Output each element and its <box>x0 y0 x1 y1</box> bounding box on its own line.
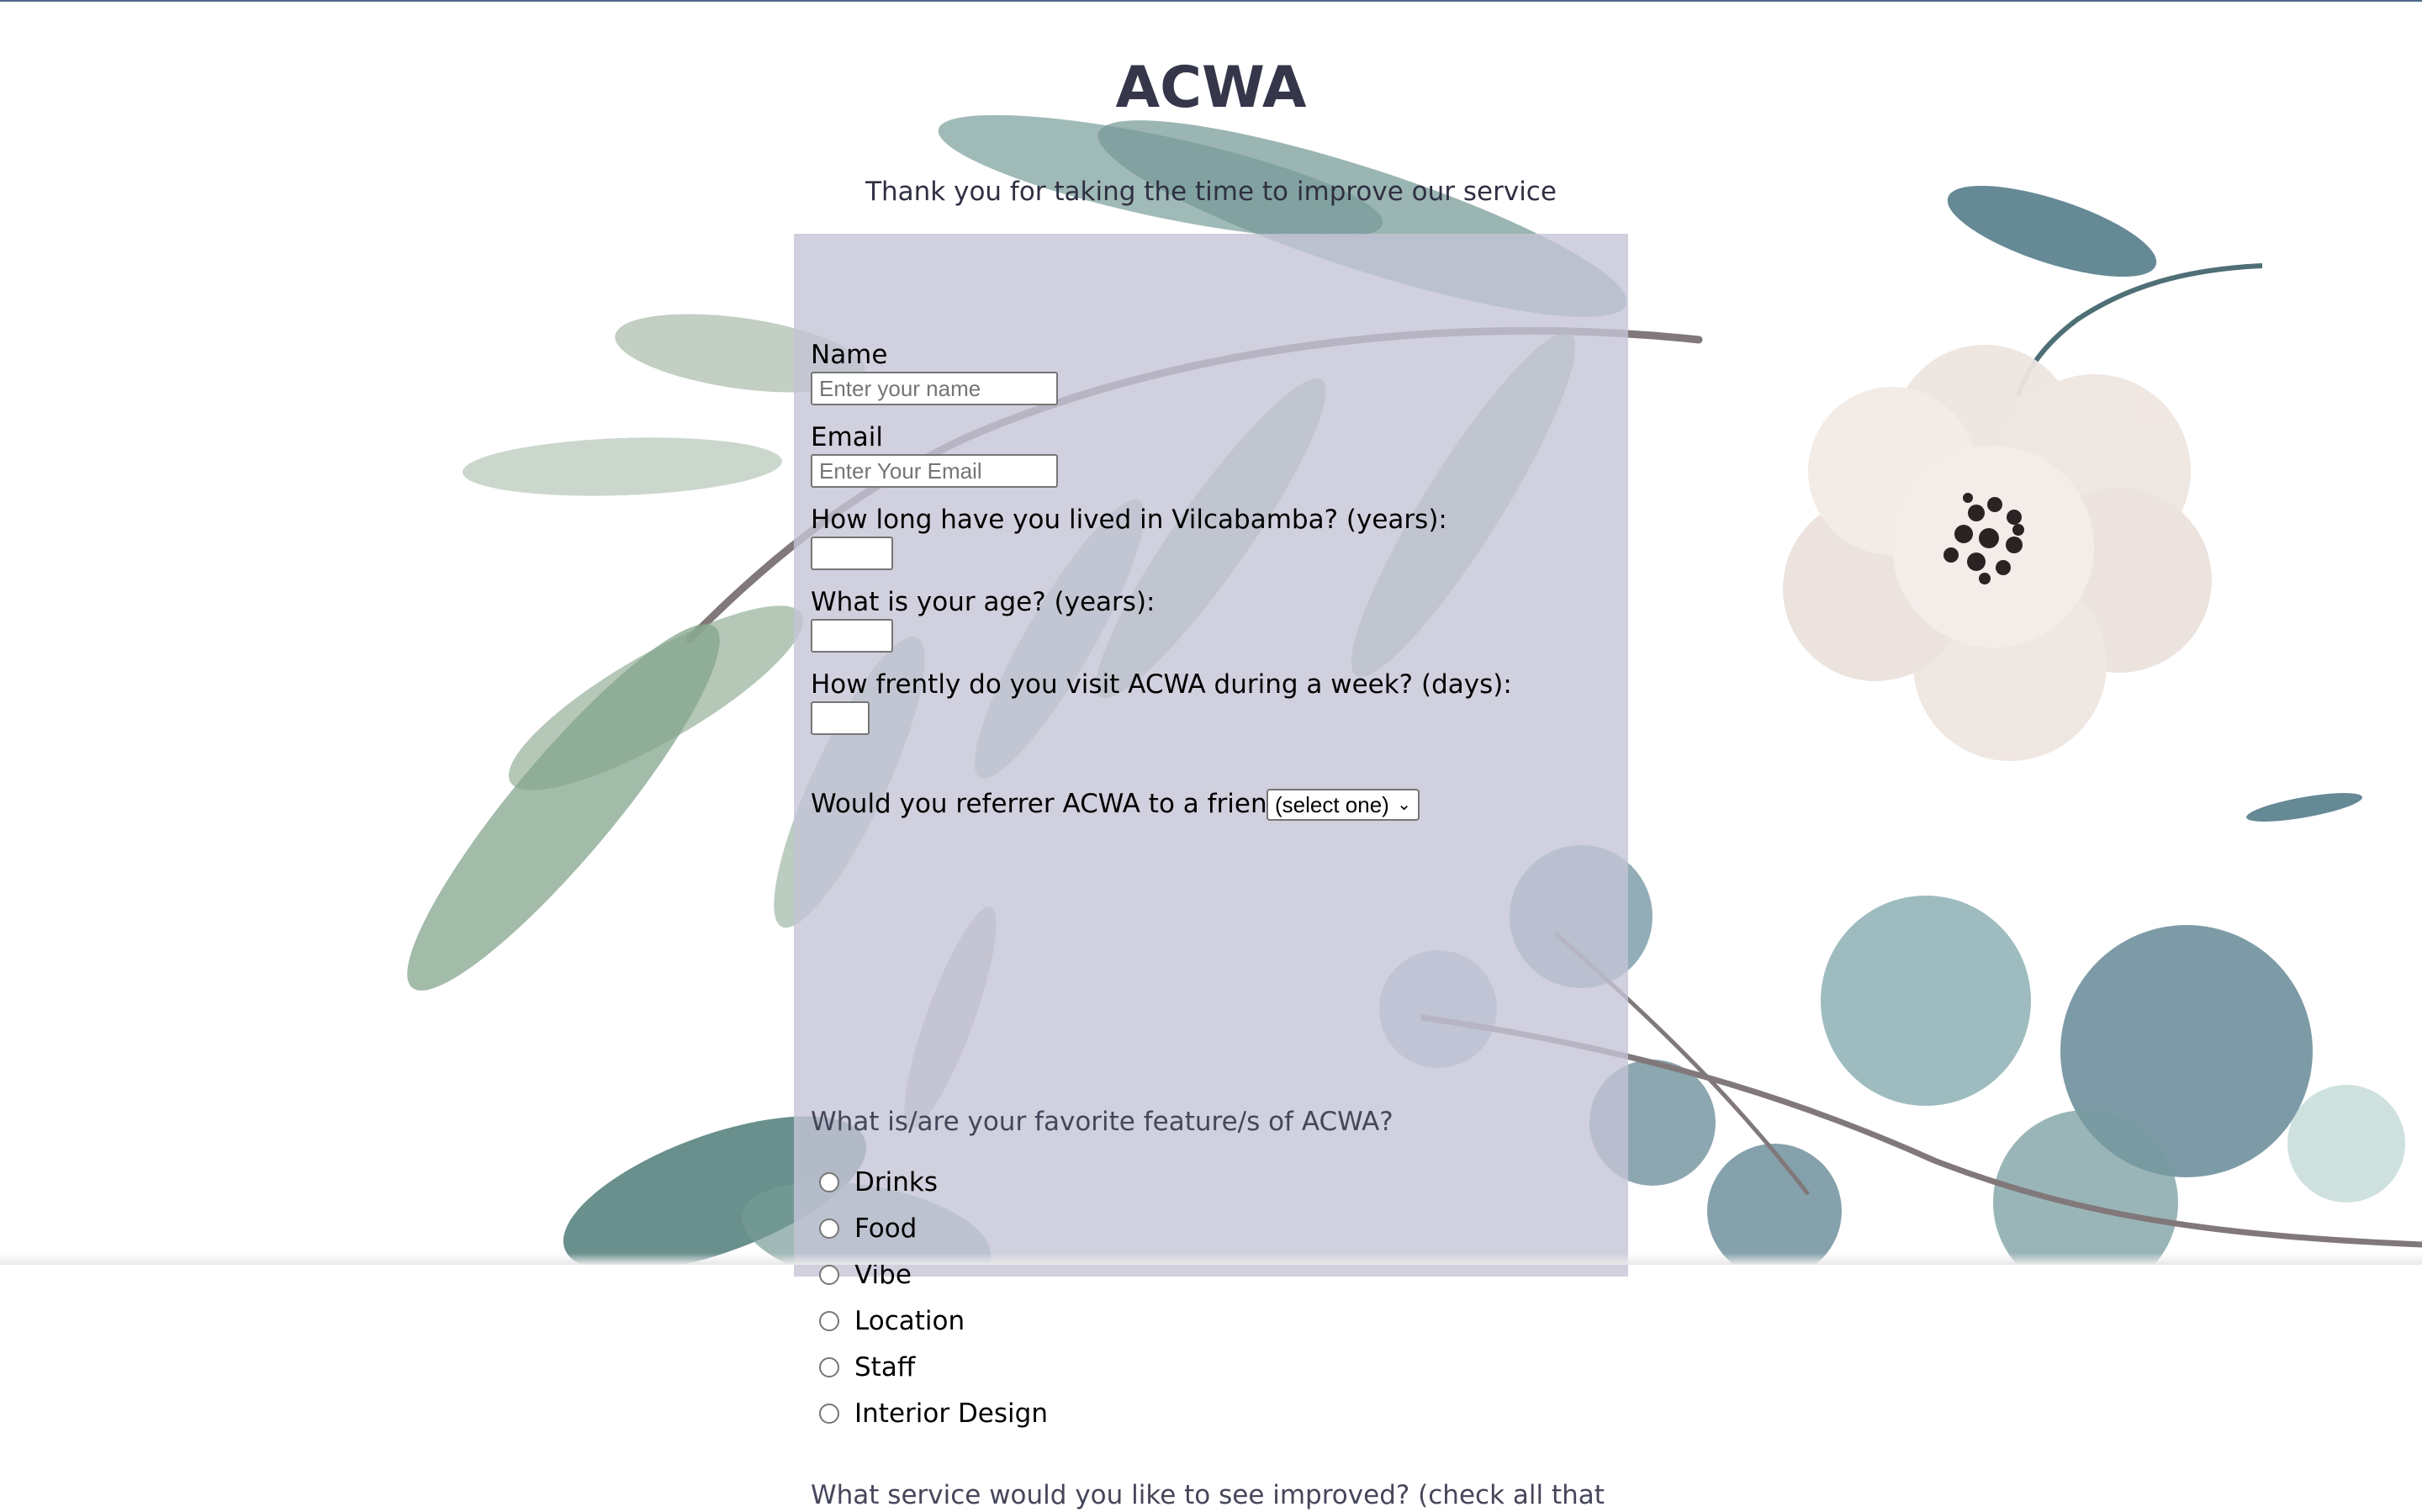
email-label: Email <box>811 422 884 452</box>
radio-label: Drinks <box>854 1167 938 1197</box>
referral-label: Would you referrer ACWA to a friend? <box>811 789 1298 819</box>
radio-button[interactable] <box>819 1357 839 1377</box>
referral-select-value: (select one) <box>1275 792 1389 817</box>
years-lived-label: How long have you lived in Vilcabamba? (… <box>811 505 1447 535</box>
radio-button[interactable] <box>819 1311 839 1331</box>
page-subtitle: Thank you for taking the time to improve… <box>865 177 1557 207</box>
radio-label: Food <box>854 1213 918 1244</box>
flower-upper-right <box>1783 185 2362 822</box>
name-label: Name <box>811 340 888 370</box>
name-input[interactable] <box>811 372 1058 405</box>
survey-form: Name Email How long have you lived in Vi… <box>794 234 1628 1510</box>
referral-select[interactable]: (select one) ⌄ <box>1267 789 1420 821</box>
radio-label: Location <box>854 1306 965 1336</box>
visit-frequency-label: How frently do you visit ACWA during a w… <box>811 669 1512 700</box>
radio-button[interactable] <box>819 1219 839 1239</box>
radio-label: Interior Design <box>854 1398 1048 1429</box>
age-label: What is your age? (years): <box>811 587 1155 617</box>
radio-button[interactable] <box>819 1265 839 1285</box>
age-input[interactable] <box>811 619 893 653</box>
email-input[interactable] <box>811 454 1058 488</box>
page-title: ACWA <box>1115 55 1307 121</box>
bottom-edge <box>0 1253 2422 1265</box>
radio-label: Staff <box>854 1352 916 1382</box>
improvements-question: What service would you like to see impro… <box>811 1480 1605 1510</box>
radio-button[interactable] <box>819 1172 839 1192</box>
visit-frequency-input[interactable] <box>811 701 870 735</box>
radio-button[interactable] <box>819 1404 839 1424</box>
chevron-down-icon: ⌄ <box>1397 796 1411 814</box>
years-lived-input[interactable] <box>811 537 893 570</box>
favorite-features-question: What is/are your favorite feature/s of A… <box>811 1107 1393 1137</box>
